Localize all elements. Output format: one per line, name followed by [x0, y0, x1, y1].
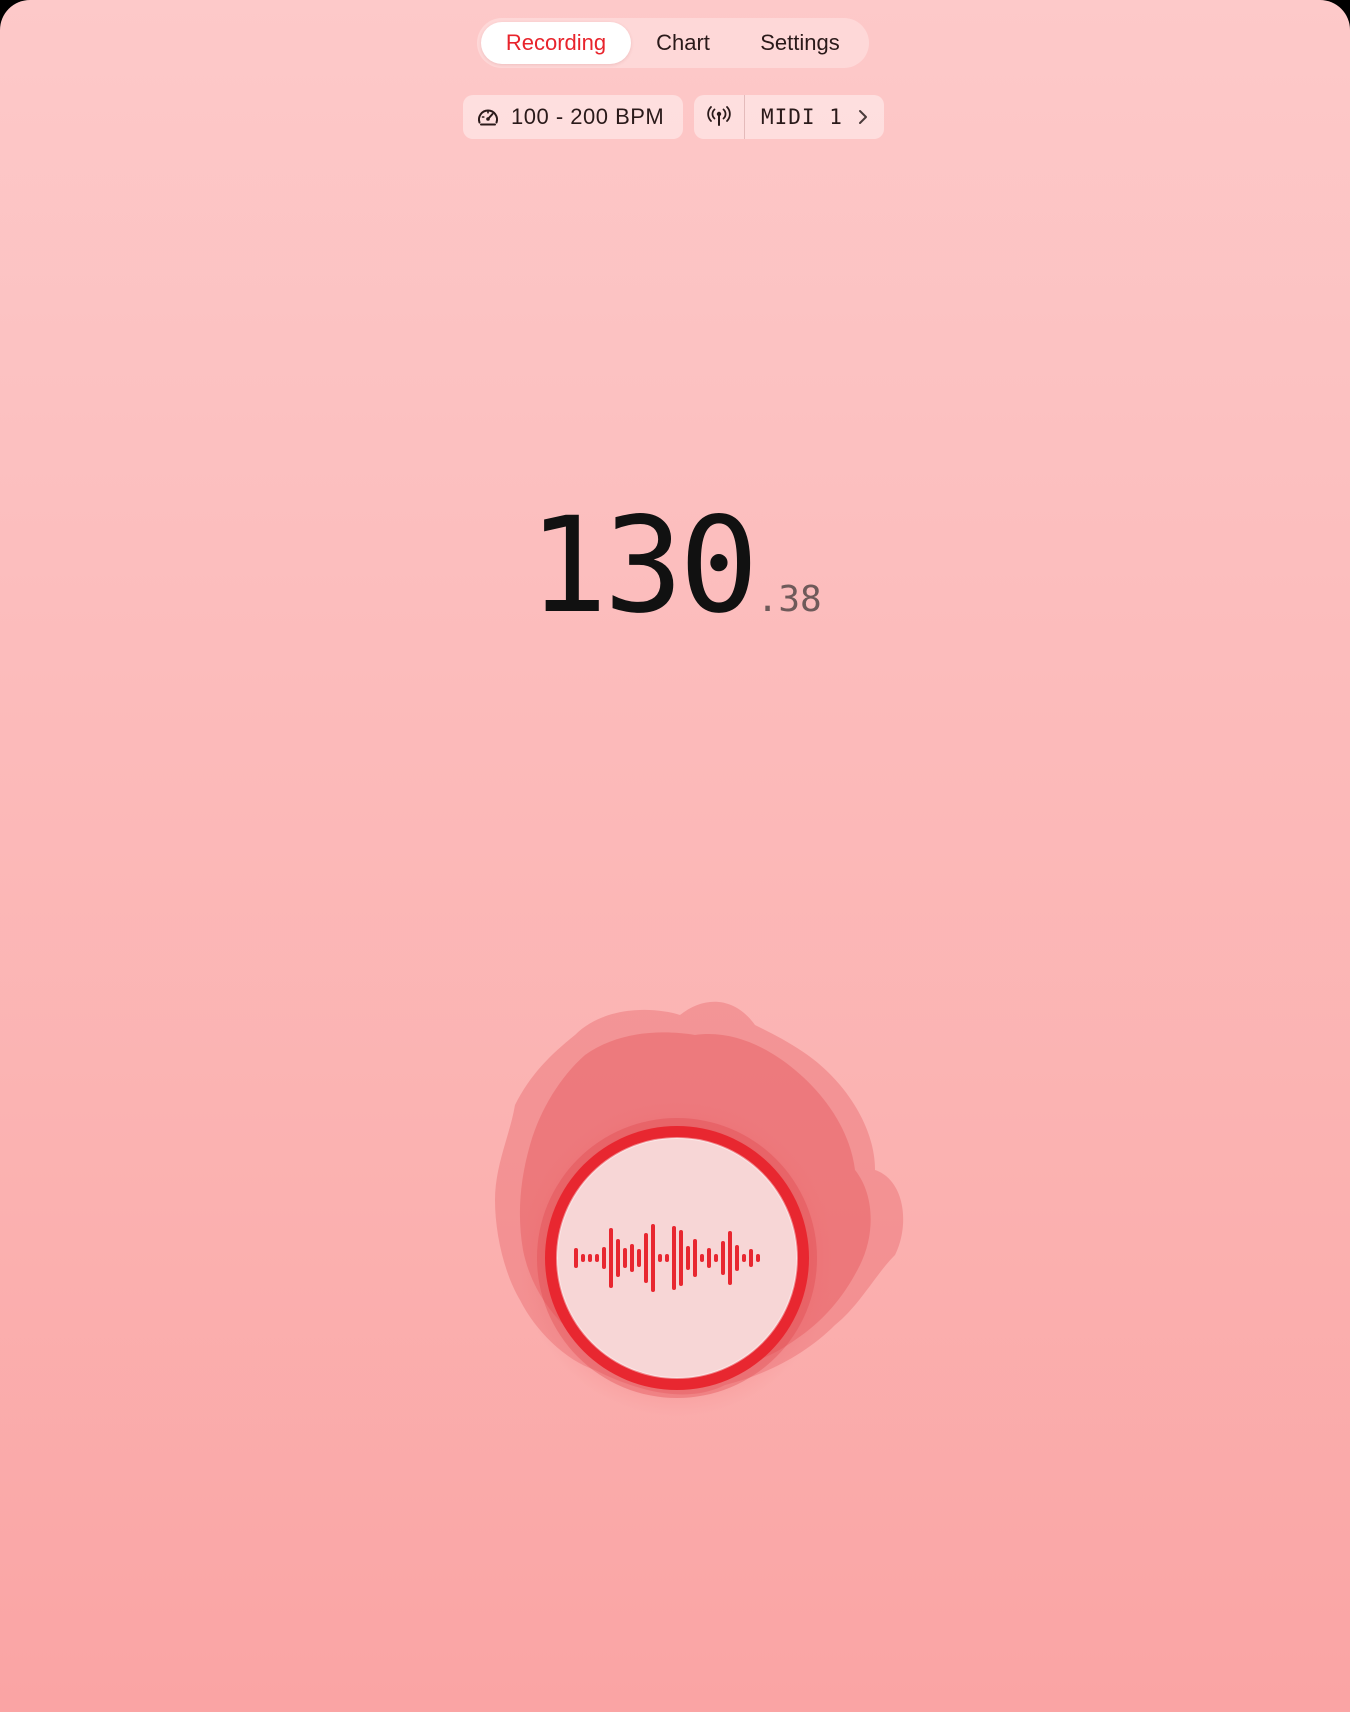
record-button[interactable]: [545, 1126, 809, 1390]
chevron-right-icon: [857, 109, 869, 125]
antenna-icon: [694, 95, 745, 139]
midi-output-label: MIDI 1: [761, 105, 843, 129]
tempo-fraction: .38: [756, 579, 822, 620]
tab-chart[interactable]: Chart: [631, 22, 735, 64]
record-area: [455, 985, 955, 1445]
tab-settings[interactable]: Settings: [735, 22, 865, 64]
app-screen: Recording Chart Settings 100 - 200 BPM M…: [0, 0, 1350, 1712]
tempo-whole: 130: [528, 489, 758, 643]
tempo-readout: 130.38: [0, 500, 1350, 632]
tab-recording[interactable]: Recording: [481, 22, 631, 64]
tab-bar: Recording Chart Settings: [477, 18, 869, 68]
midi-output-button[interactable]: MIDI 1: [694, 95, 884, 139]
bpm-range-label: 100 - 200 BPM: [511, 104, 665, 129]
speedometer-icon: [475, 104, 501, 130]
bpm-range-button[interactable]: 100 - 200 BPM: [463, 95, 683, 139]
